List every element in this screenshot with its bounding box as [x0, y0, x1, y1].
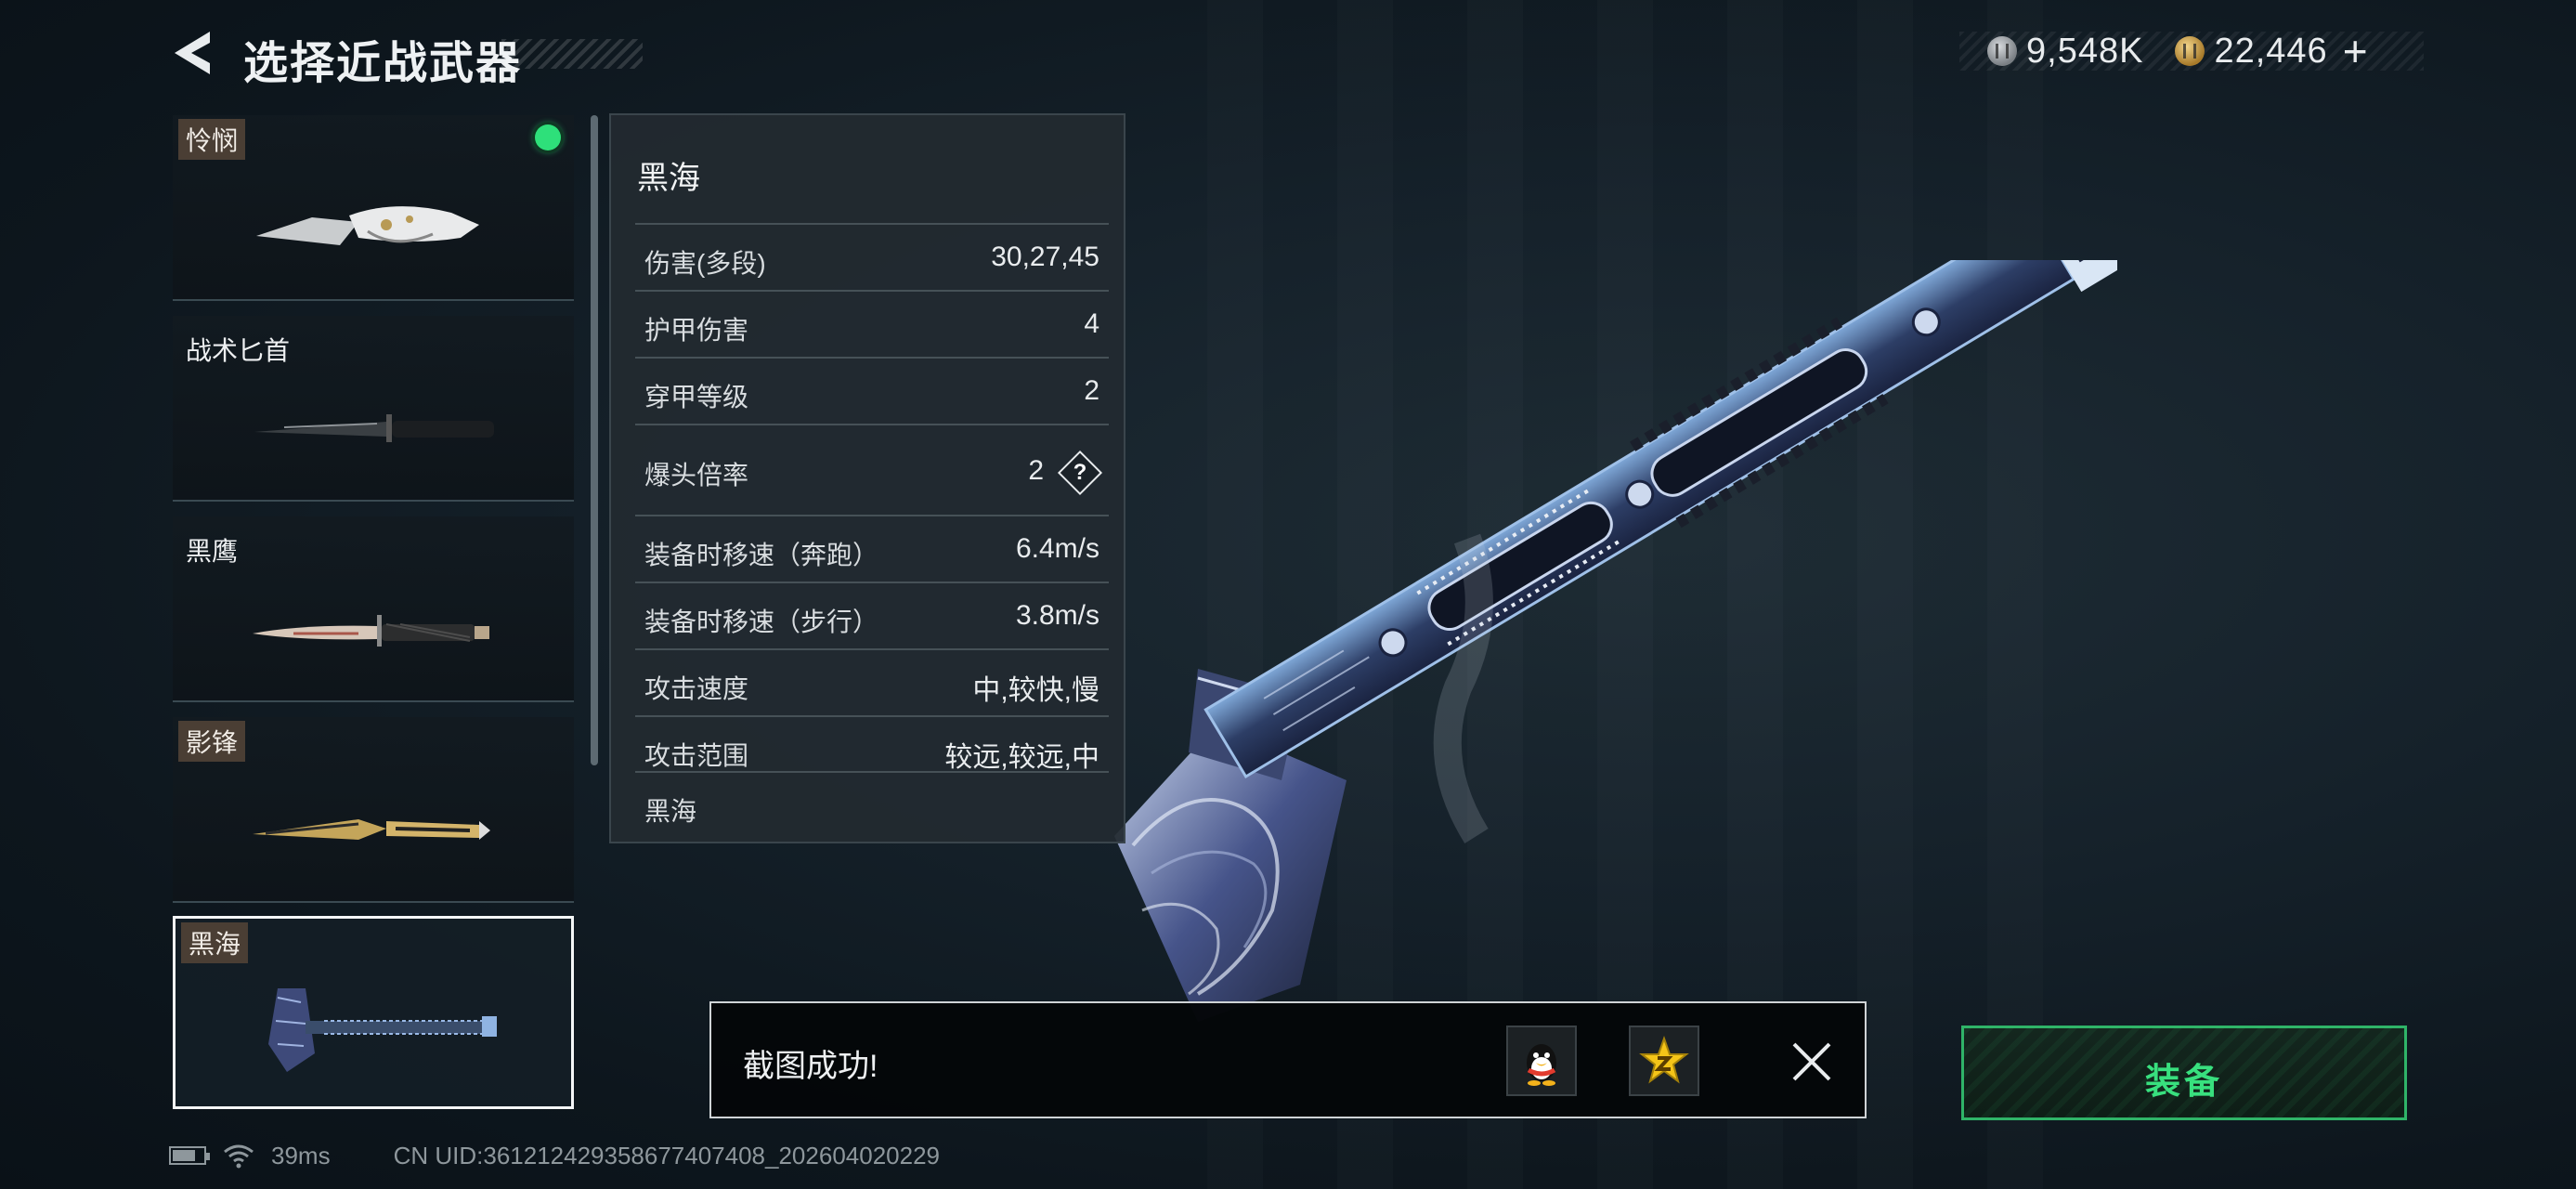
gold-coin-icon — [2175, 36, 2205, 66]
weapon-name: 战术匕首 — [186, 336, 291, 365]
weapon-name: 影锋 — [178, 721, 246, 762]
stats-skin-name: 黑海 — [644, 797, 697, 826]
gold-currency-value: 22,446 — [2214, 31, 2328, 71]
stat-value: 中,较快,慢 — [972, 675, 1099, 706]
stat-value: 30,27,45 — [991, 242, 1099, 272]
silver-coin-icon — [1987, 36, 2017, 66]
page-title: 选择近战武器 — [243, 39, 523, 88]
knife-thumbnail — [253, 819, 490, 840]
stat-label: 穿甲等级 — [644, 383, 749, 412]
stat-row: 装备时移速（奔跑） 6.4m/s — [635, 515, 1109, 581]
screenshot-toast: 截图成功! — [709, 1001, 1867, 1118]
stat-value: 6.4m/s — [1015, 533, 1099, 564]
weapon-preview-axe — [1114, 260, 2117, 1022]
stat-row: 爆头倍率 2 ? — [635, 424, 1109, 515]
weapon-name: 黑鹰 — [186, 537, 239, 566]
currency-bar: 9,548K 22,446 + — [1959, 30, 2424, 72]
close-icon — [1792, 1042, 1831, 1081]
status-bar: 39ms CN UID:361212429358677407408_202604… — [169, 1137, 940, 1174]
weapon-card-black-sea[interactable]: 黑海 — [173, 916, 574, 1109]
plus-icon[interactable]: + — [2343, 30, 2368, 72]
stat-row: 伤害(多段) 30,27,45 — [635, 223, 1109, 290]
close-toast-button[interactable] — [1787, 1037, 1837, 1087]
star-badge-icon — [1639, 1035, 1689, 1084]
stat-value: 2 — [1084, 375, 1099, 406]
battery-icon — [169, 1146, 210, 1165]
stat-row: 穿甲等级 2 — [635, 357, 1109, 424]
stat-value: 4 — [1084, 308, 1099, 339]
toast-message: 截图成功! — [743, 1049, 878, 1084]
stats-rows: 伤害(多段) 30,27,45 护甲伤害 4 穿甲等级 2 爆头倍率 2 ? 装… — [635, 223, 1109, 782]
stat-label: 护甲伤害 — [644, 316, 749, 345]
stat-value: 3.8m/s — [1015, 600, 1099, 631]
back-button[interactable] — [169, 28, 215, 78]
weapon-card-black-hawk[interactable]: 黑鹰 — [173, 516, 574, 702]
equip-button[interactable]: 装备 — [1961, 1026, 2407, 1120]
stat-label: 装备时移速（奔跑） — [644, 541, 879, 569]
divider — [635, 771, 1109, 773]
weapon-stats-panel: 黑海 伤害(多段) 30,27,45 护甲伤害 4 穿甲等级 2 爆头倍率 2 … — [609, 113, 1125, 843]
axe-thumbnail — [268, 988, 497, 1072]
equip-button-label: 装备 — [2144, 1063, 2223, 1102]
weapon-name: 黑海 — [181, 922, 249, 963]
stat-label: 攻击范围 — [644, 741, 749, 770]
stats-weapon-name: 黑海 — [637, 161, 700, 196]
stat-label: 爆头倍率 — [644, 461, 749, 490]
share-qzone-button[interactable] — [1629, 1026, 1699, 1096]
silver-currency-value: 9,548K — [2026, 31, 2144, 71]
stat-row: 攻击速度 中,较快,慢 — [635, 648, 1109, 715]
wifi-icon — [224, 1144, 254, 1169]
knife-thumbnail — [253, 615, 489, 647]
weapon-name: 怜悯 — [178, 119, 246, 160]
share-qq-button[interactable] — [1506, 1026, 1577, 1096]
weapon-list-scrollbar[interactable] — [591, 115, 598, 765]
stat-value: 较远,较远,中 — [944, 742, 1099, 773]
stat-value: 2 — [1028, 455, 1044, 486]
stat-row: 护甲伤害 4 — [635, 290, 1109, 357]
weapon-card-lianmin[interactable]: 怜悯 — [173, 115, 574, 301]
back-arrow-icon — [175, 32, 210, 74]
stat-label: 攻击速度 — [644, 674, 749, 703]
stat-label: 伤害(多段) — [644, 249, 766, 278]
qq-icon — [1527, 1044, 1556, 1086]
stat-row: 装备时移速（步行） 3.8m/s — [635, 581, 1109, 648]
weapon-card-shadow-blade[interactable]: 影锋 — [173, 717, 574, 903]
help-icon[interactable]: ? — [1057, 450, 1103, 496]
user-uid: CN UID:361212429358677407408_20260402022… — [393, 1141, 940, 1169]
help-glyph: ? — [1073, 460, 1087, 485]
stat-label: 装备时移速（步行） — [644, 608, 879, 636]
title-decoration — [501, 39, 643, 69]
ping-value: 39ms — [271, 1141, 331, 1169]
equipped-indicator — [535, 124, 561, 150]
weapon-card-tactical-dagger[interactable]: 战术匕首 — [173, 316, 574, 502]
knife-thumbnail — [254, 414, 494, 442]
knife-thumbnail — [256, 206, 479, 245]
